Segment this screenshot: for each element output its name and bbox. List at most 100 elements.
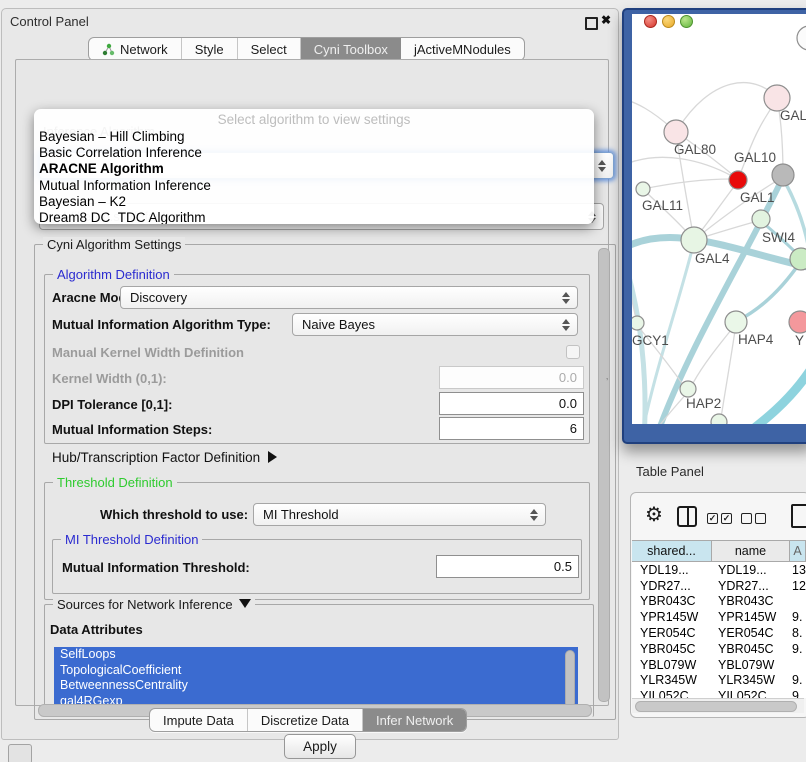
table-horizontal-scrollbar-track[interactable]	[632, 698, 804, 713]
mi-threshold-field[interactable]: 0.5	[436, 555, 579, 578]
table-cell: YER054C	[712, 626, 790, 640]
table-row[interactable]: YPR145WYPR145W9.	[632, 609, 806, 625]
table-cell: YBL079W	[632, 658, 712, 672]
node-label: GAL	[780, 108, 806, 123]
table-row[interactable]: YIL052CYIL052C9	[632, 688, 806, 698]
attribute-list-item[interactable]: SelfLoops	[54, 647, 578, 663]
cyni-bottom-tabs: Impute Data Discretize Data Infer Networ…	[149, 708, 467, 732]
combo-spinner-icon	[562, 292, 570, 304]
table-row[interactable]: YBR045CYBR045C9.	[632, 641, 806, 657]
window-zoom-traffic-icon[interactable]	[680, 15, 693, 28]
tab-jactivemnodules[interactable]: jActiveMNodules	[401, 38, 524, 60]
network-node[interactable]	[797, 26, 806, 50]
network-edge[interactable]	[692, 324, 736, 385]
kernel-width-label: Kernel Width (0,1):	[52, 371, 167, 386]
table-row[interactable]: YLR345WYLR345W9.	[632, 673, 806, 689]
combo-spinner-icon	[598, 160, 606, 172]
mi-algorithm-type-combo[interactable]: Naive Bayes	[292, 313, 578, 336]
column-header-shared-name[interactable]: shared...	[632, 540, 712, 562]
network-canvas[interactable]: GALGAL80GAL10GAL11GAL1SWI4GAL4GCY1HAP4YH…	[632, 14, 806, 424]
table-row[interactable]: YBR043CYBR043C	[632, 594, 806, 610]
column-header-name[interactable]: name	[712, 540, 790, 562]
table-cell: YDL19...	[712, 563, 790, 577]
network-node[interactable]	[729, 171, 747, 189]
window-minimize-traffic-icon[interactable]	[662, 15, 675, 28]
mi-type-label: Mutual Information Algorithm Type:	[52, 317, 271, 332]
dropdown-item[interactable]: Bayesian – Hill Climbing	[34, 129, 594, 145]
panel-splitter-handle[interactable]: ‚	[606, 371, 611, 378]
network-node[interactable]	[636, 182, 650, 196]
data-attributes-list[interactable]: SelfLoopsTopologicalCoefficientBetweenne…	[54, 647, 578, 710]
node-label: GAL10	[734, 150, 776, 165]
mi-steps-label: Mutual Information Steps:	[52, 422, 212, 437]
window-close-traffic-icon[interactable]	[644, 15, 657, 28]
table-row[interactable]: YER054CYER054C8.	[632, 625, 806, 641]
table-row[interactable]: YDL19...YDL19...13	[632, 562, 806, 578]
node-label: GAL1	[740, 190, 775, 205]
export-table-icon[interactable]	[791, 504, 806, 528]
settings-vertical-scrollbar[interactable]	[598, 248, 610, 702]
network-node[interactable]	[772, 164, 794, 186]
dropdown-item[interactable]: Basic Correlation Inference	[34, 145, 594, 161]
attribute-list-scrollbar[interactable]	[565, 650, 575, 708]
table-row[interactable]: YBL079WYBL079W	[632, 657, 806, 673]
attribute-list-item[interactable]: BetweennessCentrality	[54, 678, 578, 694]
dropdown-item[interactable]: Mutual Information Inference	[34, 178, 594, 194]
dpi-tolerance-field[interactable]: 0.0	[439, 392, 584, 415]
network-edge[interactable]	[736, 366, 806, 424]
select-all-checkbox-icon[interactable]: ✓	[707, 513, 718, 524]
gear-icon[interactable]: ⚙	[645, 505, 663, 525]
sources-group-title[interactable]: Sources for Network Inference	[53, 597, 255, 612]
columns-icon[interactable]	[677, 506, 697, 527]
close-icon[interactable]: ✖	[601, 13, 611, 27]
tab-infer-network[interactable]: Infer Network	[363, 709, 466, 731]
network-node[interactable]	[752, 210, 770, 228]
table-row[interactable]: YDR27...YDR27...12	[632, 578, 806, 594]
node-label: GAL4	[695, 251, 730, 266]
which-threshold-combo[interactable]: MI Threshold	[253, 503, 546, 526]
deselect-all-checkbox-icon[interactable]	[755, 513, 766, 524]
network-node[interactable]	[680, 381, 696, 397]
table-cell: YER054C	[632, 626, 712, 640]
network-node[interactable]	[790, 248, 806, 270]
tab-network[interactable]: Network	[89, 38, 182, 60]
kernel-width-field[interactable]: 0.0	[439, 366, 584, 389]
table-horizontal-scrollbar[interactable]	[635, 701, 797, 712]
tab-label: Network	[120, 42, 168, 57]
network-node[interactable]	[681, 227, 707, 253]
table-cell: YBR045C	[632, 642, 712, 656]
select-all-checkbox-icon[interactable]: ✓	[721, 513, 732, 524]
hub-definition-toggle[interactable]: Hub/Transcription Factor Definition	[52, 450, 277, 465]
tab-impute-data[interactable]: Impute Data	[150, 709, 248, 731]
mi-steps-field[interactable]: 6	[439, 417, 584, 440]
network-node[interactable]	[711, 414, 727, 424]
dropdown-item[interactable]: ARACNE Algorithm	[34, 161, 594, 177]
table-cell: YIL052C	[712, 689, 790, 698]
dropdown-item[interactable]: Dream8 DC_TDC Algorithm	[34, 210, 594, 224]
float-window-icon[interactable]	[585, 17, 598, 30]
network-edge[interactable]	[739, 261, 801, 320]
column-header-clipped[interactable]: A	[790, 540, 806, 562]
corner-button[interactable]	[8, 744, 32, 762]
aracne-mode-combo[interactable]: Discovery	[120, 286, 578, 309]
tab-select[interactable]: Select	[238, 38, 301, 60]
network-node[interactable]	[632, 316, 644, 330]
network-edge[interactable]	[643, 179, 732, 189]
attribute-list-item[interactable]: TopologicalCoefficient	[54, 663, 578, 679]
table-cell: 9.	[790, 673, 806, 687]
tab-cyni-toolbox[interactable]: Cyni Toolbox	[301, 38, 401, 60]
table-cell: YPR145W	[632, 610, 712, 624]
network-node[interactable]	[725, 311, 747, 333]
tab-discretize-data[interactable]: Discretize Data	[248, 709, 363, 731]
deselect-all-checkbox-icon[interactable]	[741, 513, 752, 524]
apply-button[interactable]: Apply	[284, 734, 356, 759]
network-node[interactable]	[789, 311, 806, 333]
dropdown-item[interactable]: Bayesian – K2	[34, 194, 594, 210]
manual-kernel-checkbox[interactable]	[566, 345, 580, 359]
tab-style[interactable]: Style	[182, 38, 238, 60]
network-node[interactable]	[664, 120, 688, 144]
group-title: MI Threshold Definition	[61, 532, 202, 547]
network-edge[interactable]	[721, 324, 736, 418]
algorithm-dropdown-popup: Select algorithm to view settings Bayesi…	[34, 109, 594, 224]
data-attributes-label: Data Attributes	[50, 622, 143, 637]
